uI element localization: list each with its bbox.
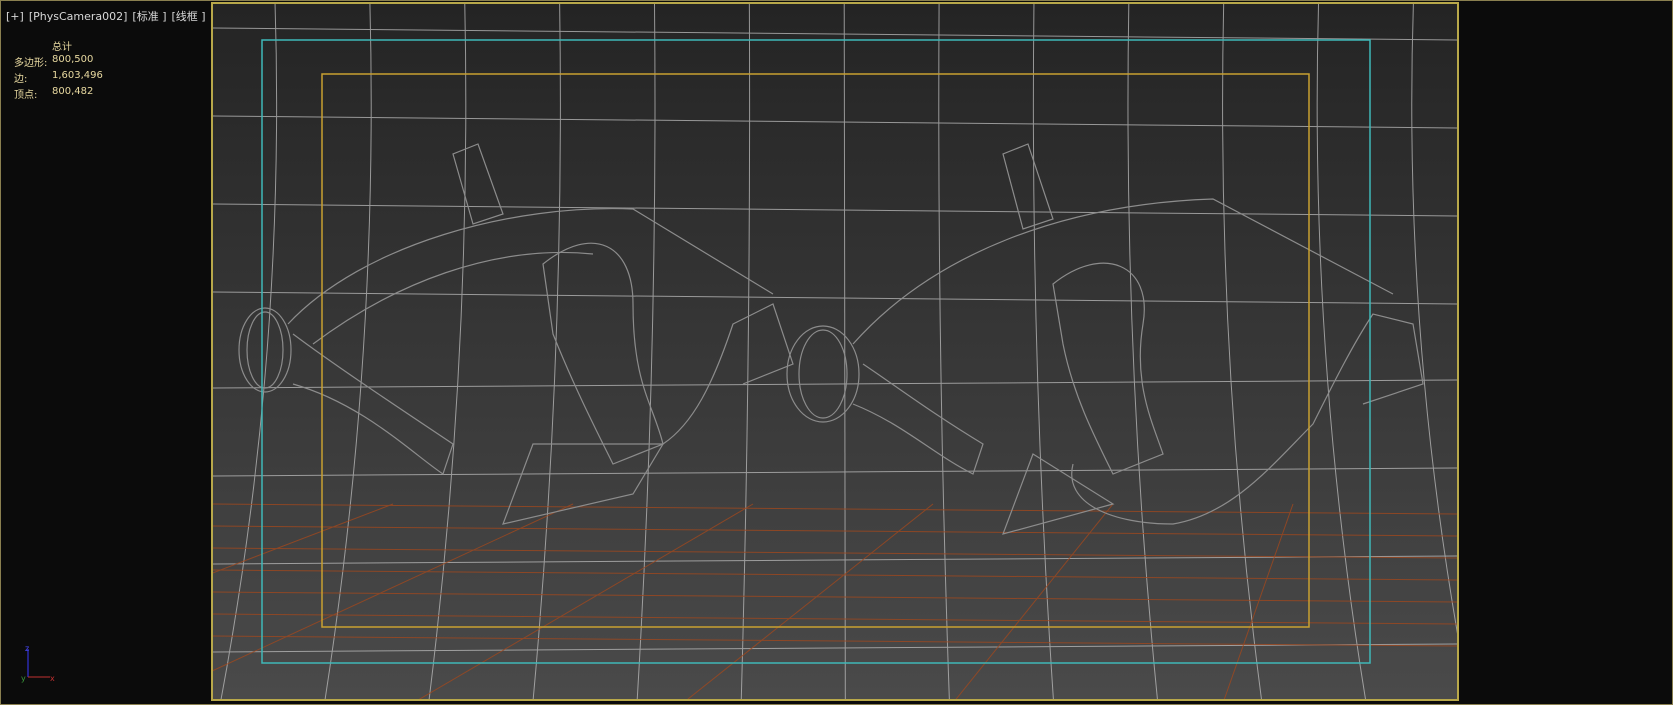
ground-line	[418, 503, 754, 699]
safe-frame	[261, 39, 1371, 664]
grid-line	[220, 4, 278, 699]
viewport-shading-menu[interactable]: [标准 ]	[132, 10, 166, 23]
grid-line	[938, 4, 950, 699]
perspective-grid	[213, 4, 1457, 699]
grid-line	[1032, 4, 1054, 699]
stats-header: 总计	[52, 42, 72, 53]
grid-line	[1411, 4, 1457, 634]
ground-line	[213, 613, 1457, 625]
statistics-panel: 总计 多边形: 800,500 边: 1,603,496 顶点: 800,482	[14, 38, 103, 102]
grid-line	[636, 4, 656, 699]
stats-label: 边:	[14, 74, 28, 85]
ground-line	[213, 569, 1457, 581]
axis-z-label: z	[25, 645, 29, 653]
viewport-camera-menu[interactable]: [PhysCamera002]	[29, 10, 128, 23]
ground-line	[213, 635, 1457, 647]
grid-line	[213, 643, 1457, 653]
stats-label: 多边形:	[14, 58, 48, 69]
grid-line	[428, 4, 467, 699]
stats-value: 800,500	[52, 54, 94, 65]
stats-value: 800,482	[52, 86, 94, 97]
viewport-scene	[213, 4, 1457, 699]
grid-line	[213, 291, 1457, 305]
camera-viewport[interactable]	[211, 2, 1459, 701]
grid-line	[532, 4, 561, 699]
axis-y-label: y	[21, 674, 26, 683]
grid-line	[1222, 4, 1262, 699]
grid-line	[213, 379, 1457, 389]
ground-line	[213, 591, 1457, 603]
ground-line	[213, 525, 1457, 537]
axis-x-label: x	[50, 674, 55, 683]
grid-line	[1127, 4, 1158, 699]
viewport-label-menu[interactable]: [+] [PhysCamera002] [标准 ] [线框 ]	[6, 8, 211, 24]
grid-line	[1316, 4, 1366, 699]
stats-value: 1,603,496	[52, 70, 103, 81]
stats-label: 顶点:	[14, 90, 38, 101]
ground-line	[213, 503, 394, 574]
grid-line	[213, 27, 1457, 41]
viewport-mode-menu[interactable]: [线框 ]	[172, 10, 206, 23]
ground-line	[955, 503, 1114, 699]
render-frame	[321, 73, 1310, 628]
ground-line	[213, 503, 1457, 515]
wireframe-model-right	[786, 143, 1424, 535]
grid-line	[213, 467, 1457, 477]
ground-grid	[213, 503, 1457, 699]
viewport-plus-menu[interactable]: [+]	[6, 10, 24, 23]
axis-gizmo: z y x	[20, 645, 60, 685]
grid-line	[324, 4, 372, 699]
grid-line	[213, 115, 1457, 129]
ground-line	[687, 503, 934, 699]
grid-line	[213, 203, 1457, 217]
ground-line	[213, 503, 574, 672]
ground-line	[213, 547, 1457, 559]
